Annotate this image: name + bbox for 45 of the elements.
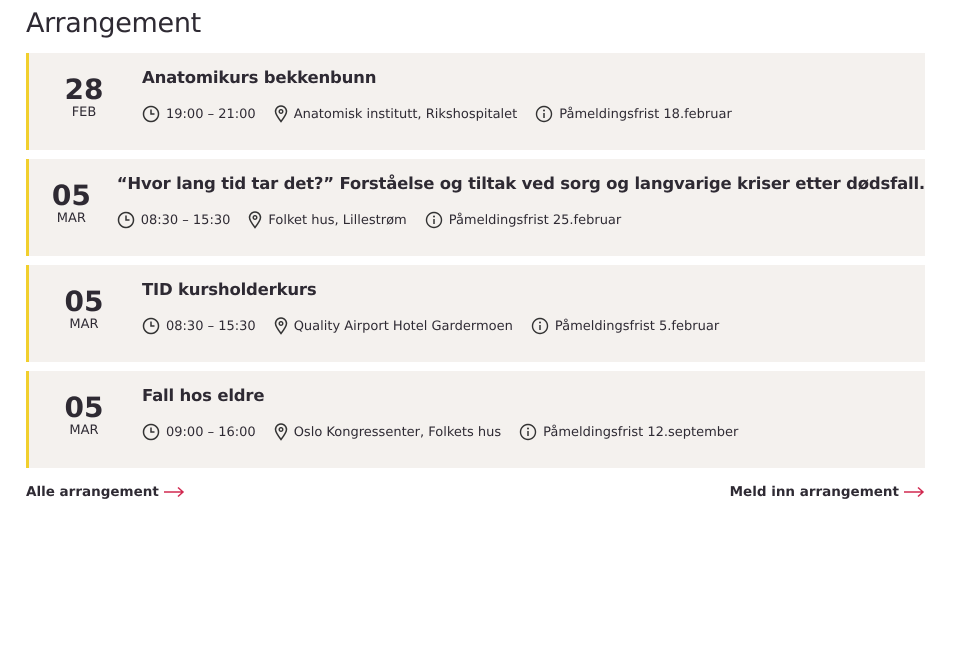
- info-icon: [519, 423, 538, 441]
- event-card[interactable]: 05 MAR TID kursholderkurs 08:30 – 15:30 Quality Airport Hotel Gardermoen Påmeldingsfrist 5.februar: [26, 265, 925, 362]
- event-location: Quality Airport Hotel Gardermoen: [294, 318, 513, 334]
- clock-icon: [142, 423, 160, 441]
- registration-deadline: Påmeldingsfrist 5.februar: [554, 318, 720, 334]
- event-title[interactable]: “Hvor lang tid tar det?” Forståelse og tiltak ved sorg og langvarige kriser etter dødsfall.: [116, 173, 925, 195]
- clock-icon: [142, 317, 160, 335]
- event-month: MAR: [69, 317, 99, 333]
- event-day: 05: [64, 287, 104, 317]
- info-icon: [535, 105, 554, 123]
- event-month: MAR: [56, 211, 86, 227]
- registration-deadline: Påmeldingsfrist 18.februar: [559, 106, 732, 122]
- event-month: MAR: [69, 423, 99, 439]
- location-pin-icon: [274, 105, 288, 123]
- clock-icon: [142, 105, 160, 123]
- section-heading: Arrangement: [26, 8, 202, 39]
- arrow-link[interactable]: Meld inn arrangement: [730, 484, 925, 500]
- event-location: Folket hus, Lillestrøm: [268, 212, 407, 228]
- clock-icon: [116, 211, 135, 229]
- event-month: FEB: [72, 105, 96, 121]
- registration-deadline: Påmeldingsfrist 12.september: [543, 424, 738, 440]
- event-time: 09:00 – 16:00: [166, 424, 256, 440]
- event-day: 28: [64, 75, 104, 105]
- event-card[interactable]: 05 MAR Fall hos eldre 09:00 – 16:00 Oslo Kongressenter, Folkets hus Påmeldingsfrist 12.september: [26, 371, 925, 468]
- arrow-right-icon: [903, 486, 925, 498]
- event-title[interactable]: TID kursholderkurs: [142, 279, 738, 301]
- info-icon: [424, 211, 443, 229]
- info-icon: [530, 317, 549, 335]
- event-day: 05: [64, 393, 104, 423]
- event-title[interactable]: Fall hos eldre: [142, 385, 756, 407]
- event-day: 05: [52, 181, 91, 211]
- event-time: 19:00 – 21:00: [166, 106, 256, 122]
- event-location: Oslo Kongressenter, Folkets hus: [294, 424, 502, 440]
- arrow-right-icon: [162, 486, 185, 498]
- location-pin-icon: [274, 317, 288, 335]
- arrow-link[interactable]: Alle arrangement: [26, 484, 185, 500]
- event-title[interactable]: Anatomikurs bekkenbunn: [142, 67, 750, 89]
- event-card[interactable]: 28 FEB Anatomikurs bekkenbunn 19:00 – 21:00 Anatomisk institutt, Rikshospitalet Påmeldingsfrist 18.februar: [26, 53, 925, 150]
- event-time: 08:30 – 15:30: [140, 212, 230, 228]
- registration-deadline: Påmeldingsfrist 25.februar: [448, 212, 622, 228]
- event-time: 08:30 – 15:30: [166, 318, 256, 334]
- event-location: Anatomisk institutt, Rikshospitalet: [294, 106, 518, 122]
- event-card[interactable]: 05 MAR “Hvor lang tid tar det?” Forståelse og tiltak ved sorg og langvarige kriser etter dødsfall. 08:30 – 15:30 Folket hus, Lillestrøm Påmeldingsfrist 25.februar: [26, 159, 925, 256]
- location-pin-icon: [274, 423, 288, 441]
- location-pin-icon: [248, 211, 262, 229]
